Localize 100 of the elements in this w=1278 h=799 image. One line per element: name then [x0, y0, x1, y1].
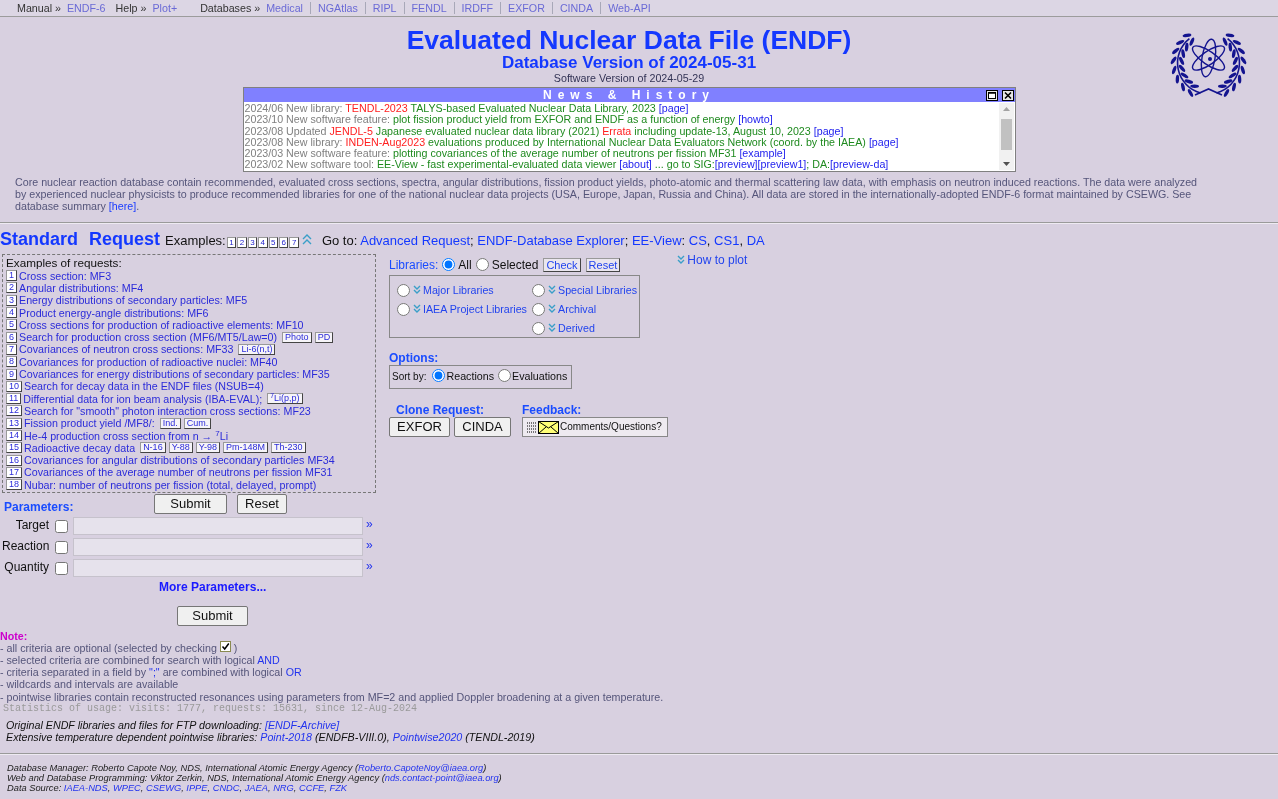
goto-link[interactable]: DA: [746, 233, 765, 248]
footer-link[interactable]: IPPE: [186, 782, 208, 793]
radio-button[interactable]: [432, 369, 446, 382]
request-tag-button[interactable]: N-16: [140, 442, 166, 454]
library-group-link[interactable]: Major Libraries: [423, 283, 494, 297]
request-tag-button[interactable]: Y-98: [195, 442, 220, 454]
request-link[interactable]: Search for "smooth" photon interaction cross sections: MF23: [24, 404, 311, 417]
parameter-checkbox[interactable]: [55, 540, 68, 554]
expand-link[interactable]: »: [366, 537, 373, 552]
library-group-link[interactable]: Archival: [558, 302, 596, 316]
example-shortcut-button[interactable]: 1: [226, 237, 237, 248]
parameter-checkbox[interactable]: [55, 561, 68, 575]
parameter-input[interactable]: [73, 558, 363, 577]
request-link[interactable]: Angular distributions: MF4: [19, 281, 144, 294]
goto-link[interactable]: ENDF-Database Explorer: [477, 233, 625, 248]
radio-button[interactable]: [498, 369, 511, 382]
download-link[interactable]: Point-2018: [260, 730, 312, 743]
request-link[interactable]: Energy distributions of secondary particles: MF5: [19, 294, 248, 307]
radio-button[interactable]: [397, 283, 410, 297]
request-link[interactable]: Cross section: MF3: [19, 269, 112, 282]
nav-link[interactable]: Web-API: [608, 1, 651, 15]
radio-button[interactable]: [532, 302, 545, 316]
radio-button[interactable]: [442, 258, 456, 271]
request-number-button[interactable]: 16: [6, 454, 22, 466]
request-link[interactable]: He-4 production cross section from n → $^{7}$Li: [24, 429, 229, 442]
request-link[interactable]: Product energy-angle distributions: MF6: [19, 306, 209, 319]
request-tag-button[interactable]: Y-88: [168, 442, 193, 454]
request-tag-button[interactable]: $^{7}$Li(p,p): [267, 393, 303, 405]
request-link[interactable]: Differential data for ion beam analysis (IBA-EVAL);: [23, 392, 263, 405]
radio-button[interactable]: [532, 321, 545, 335]
goto-link[interactable]: CS: [688, 233, 707, 248]
library-group-link[interactable]: Derived: [558, 321, 595, 335]
request-number-button[interactable]: 7: [6, 343, 17, 355]
request-link[interactable]: Covariances for production of radioactive nuclei: MF40: [19, 355, 278, 368]
goto-link[interactable]: EE-View: [631, 233, 682, 248]
request-number-button[interactable]: 3: [6, 294, 17, 306]
close-icon[interactable]: [1001, 89, 1014, 101]
parameter-checkbox[interactable]: [55, 519, 68, 533]
request-tag-button[interactable]: Ind.: [159, 417, 181, 429]
request-number-button[interactable]: 1: [6, 270, 17, 282]
library-group-link[interactable]: Special Libraries: [558, 283, 637, 297]
news-link[interactable]: [preview]: [714, 158, 758, 171]
request-link[interactable]: Covariances of neutron cross sections: MF33: [19, 343, 234, 356]
footer-link[interactable]: CNDC: [212, 782, 240, 793]
request-tag-button[interactable]: Pm-148M: [223, 442, 269, 454]
example-shortcut-button[interactable]: 4: [258, 237, 268, 248]
footer-link[interactable]: NRG: [273, 782, 294, 793]
nav-link[interactable]: FENDL: [411, 1, 447, 15]
news-link[interactable]: [page]: [813, 124, 844, 137]
footer-link[interactable]: FZK: [329, 782, 348, 793]
radio-button[interactable]: [397, 302, 410, 316]
request-tag-button[interactable]: Photo: [282, 331, 312, 343]
nav-link[interactable]: Plot+: [152, 1, 178, 15]
request-link[interactable]: Search for decay data in the ENDF files (NSUB=4): [24, 380, 264, 393]
expand-link[interactable]: »: [366, 516, 373, 531]
footer-link[interactable]: WPEC: [112, 782, 141, 793]
request-tag-button[interactable]: PD: [314, 331, 334, 343]
nav-link[interactable]: IRDFF: [461, 1, 494, 15]
news-link[interactable]: [howto]: [738, 113, 773, 126]
double-chevron-down-icon[interactable]: [548, 323, 556, 333]
submit-button[interactable]: Submit: [177, 605, 248, 626]
news-link[interactable]: [page]: [868, 135, 899, 148]
clone-button[interactable]: CINDA: [454, 416, 511, 437]
example-shortcut-button[interactable]: 2: [237, 237, 247, 248]
more-parameters-link[interactable]: More Parameters...: [159, 579, 267, 594]
download-link[interactable]: Pointwise2020: [392, 730, 463, 743]
submit-button[interactable]: Submit: [154, 493, 227, 514]
request-link[interactable]: Fission product yield /MF8/:: [24, 417, 155, 430]
library-group-link[interactable]: IAEA Project Libraries: [423, 302, 527, 316]
request-number-button[interactable]: 9: [6, 368, 17, 380]
request-link[interactable]: Covariances for energy distributions of secondary particles: MF35: [19, 368, 330, 380]
double-chevron-down-icon[interactable]: [413, 304, 421, 314]
request-number-button[interactable]: 10: [6, 380, 22, 392]
request-number-button[interactable]: 2: [6, 282, 17, 294]
request-number-button[interactable]: 12: [6, 405, 22, 417]
double-chevron-down-icon[interactable]: [548, 285, 556, 295]
request-link[interactable]: Covariances of the average number of neutrons per fission MF31: [24, 466, 333, 479]
reset-button[interactable]: Reset: [585, 257, 621, 272]
request-link[interactable]: Search for production cross section (MF6/MT5/Law=0): [19, 331, 278, 344]
double-chevron-down-icon[interactable]: [677, 254, 686, 265]
nav-link[interactable]: ENDF-6: [66, 1, 106, 15]
request-tag-button[interactable]: Cum.: [183, 417, 212, 429]
scrollbar[interactable]: [998, 103, 1014, 170]
footer-link[interactable]: IAEA-NDS: [63, 782, 108, 793]
request-link[interactable]: Radioactive decay data: [24, 441, 136, 454]
request-number-button[interactable]: 15: [6, 442, 22, 454]
double-chevron-down-icon[interactable]: [548, 304, 556, 314]
clone-button[interactable]: EXFOR: [389, 416, 450, 437]
expand-link[interactable]: »: [366, 558, 373, 573]
request-number-button[interactable]: 14: [6, 430, 22, 441]
request-number-button[interactable]: 11: [6, 393, 22, 405]
request-link[interactable]: Covariances for angular distributions of secondary particles MF34: [24, 454, 335, 467]
request-link[interactable]: Cross sections for production of radioactive elements: MF10: [19, 318, 304, 331]
news-link[interactable]: [preview-da]: [830, 158, 889, 171]
check-button[interactable]: Check: [543, 257, 581, 272]
request-number-button[interactable]: 4: [6, 307, 17, 319]
news-link[interactable]: [example]: [739, 147, 786, 160]
news-link[interactable]: [about]: [619, 158, 652, 171]
example-shortcut-button[interactable]: 6: [279, 237, 289, 248]
request-number-button[interactable]: 13: [6, 417, 22, 429]
